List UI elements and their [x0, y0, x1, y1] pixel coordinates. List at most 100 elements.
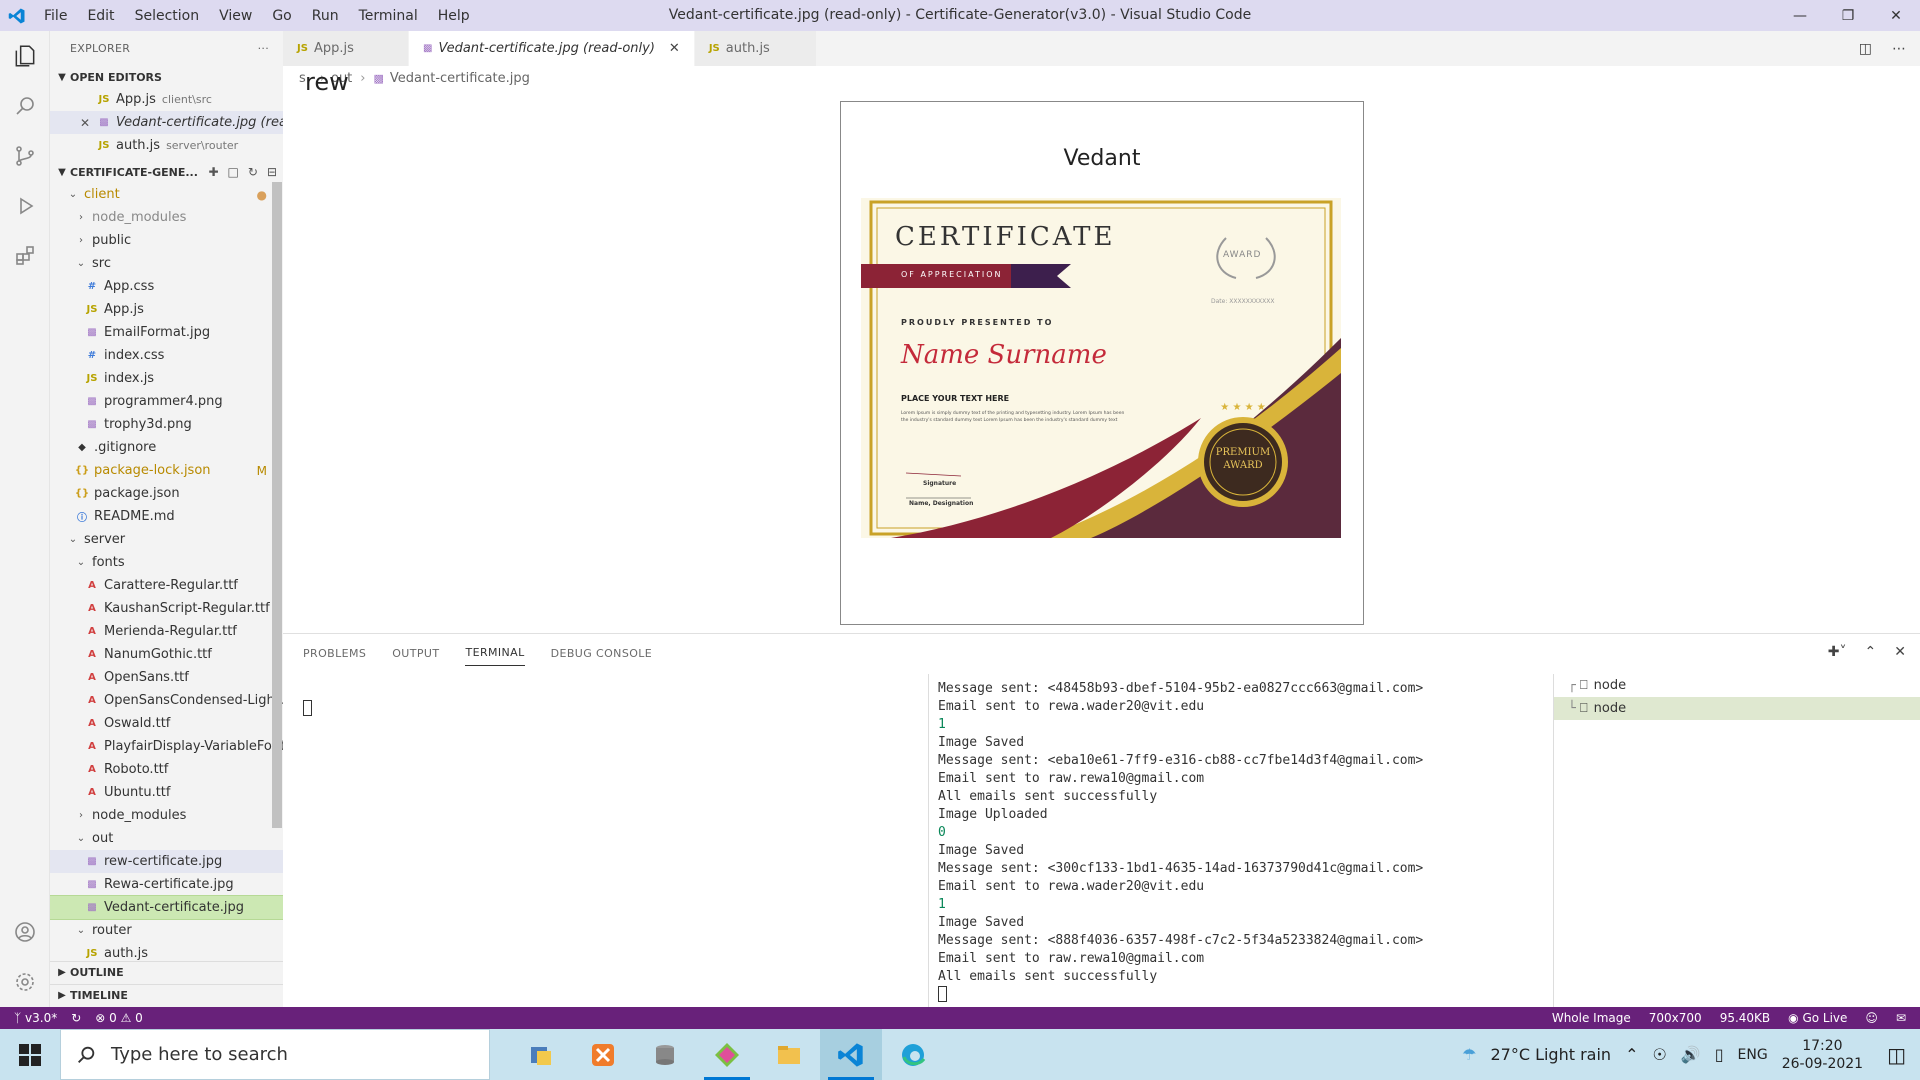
- open-editors-section[interactable]: ▼ OPEN EDITORS: [50, 66, 283, 88]
- tree-file[interactable]: JS App.js: [50, 298, 283, 321]
- maximize-panel-icon[interactable]: ⌃: [1865, 644, 1877, 660]
- tree-file[interactable]: A NanumGothic.ttf: [50, 643, 283, 666]
- weather-text[interactable]: 27°C Light rain: [1490, 1045, 1611, 1064]
- extensions-icon[interactable]: [0, 231, 50, 281]
- tab-auth-js[interactable]: JS auth.js: [694, 31, 817, 66]
- edge-browser-icon[interactable]: [882, 1029, 944, 1080]
- tree-file[interactable]: A Merienda-Regular.ttf: [50, 620, 283, 643]
- open-editor-item[interactable]: ✕ ▩ Vedant-certificate.jpg (rea...: [50, 111, 283, 134]
- new-folder-icon[interactable]: □: [228, 165, 239, 179]
- notifications-icon[interactable]: ✉: [1896, 1011, 1906, 1025]
- tree-folder[interactable]: ⌄ router: [50, 919, 283, 942]
- git-app-icon[interactable]: [696, 1029, 758, 1080]
- tree-folder[interactable]: ⌄ fonts: [50, 551, 283, 574]
- windows-start-icon[interactable]: [0, 1029, 60, 1080]
- vscode-taskbar-icon[interactable]: [820, 1029, 882, 1080]
- tree-file[interactable]: # App.css: [50, 275, 283, 298]
- menu-help[interactable]: Help: [428, 8, 480, 24]
- tab-problems[interactable]: PROBLEMS: [303, 641, 366, 666]
- new-terminal-icon[interactable]: ✚˅: [1828, 644, 1847, 660]
- more-actions-icon[interactable]: ⋯: [1892, 41, 1906, 57]
- tree-folder[interactable]: › node_modules: [50, 206, 283, 229]
- tree-folder[interactable]: ⌄ server: [50, 528, 283, 551]
- outline-section[interactable]: ▶ OUTLINE: [50, 961, 283, 983]
- tree-file[interactable]: {} package.json: [50, 482, 283, 505]
- tree-file[interactable]: A Ubuntu.ttf: [50, 781, 283, 804]
- xampp-app-icon[interactable]: [572, 1029, 634, 1080]
- close-window-icon[interactable]: ✕: [1872, 0, 1920, 31]
- volume-icon[interactable]: 🔊: [1681, 1045, 1701, 1064]
- tree-file[interactable]: ▩ Rewa-certificate.jpg: [50, 873, 283, 896]
- tree-file[interactable]: # index.css: [50, 344, 283, 367]
- tree-file-selected[interactable]: ▩ Vedant-certificate.jpg: [50, 895, 283, 920]
- menu-file[interactable]: File: [34, 8, 77, 24]
- problems-indicator[interactable]: ⊗ 0 ⚠ 0: [95, 1011, 143, 1025]
- chevron-up-icon[interactable]: ⌃: [1625, 1045, 1638, 1064]
- collapse-all-icon[interactable]: ⊟: [267, 165, 277, 179]
- menu-run[interactable]: Run: [302, 8, 349, 24]
- close-tab-icon[interactable]: ✕: [669, 41, 680, 56]
- feedback-icon[interactable]: ☺: [1865, 1011, 1878, 1025]
- go-live-button[interactable]: ◉ Go Live: [1788, 1011, 1847, 1025]
- sidebar-scrollbar[interactable]: [272, 182, 282, 828]
- clock[interactable]: 17:20 26-09-2021: [1782, 1037, 1863, 1073]
- tab-output[interactable]: OUTPUT: [392, 641, 439, 666]
- minimize-icon[interactable]: —: [1776, 0, 1824, 31]
- tree-file[interactable]: ▩ programmer4.png: [50, 390, 283, 413]
- open-editor-item[interactable]: JS auth.js server\router: [50, 134, 283, 157]
- tree-file[interactable]: ◆ .gitignore: [50, 436, 283, 459]
- explorer-icon[interactable]: [0, 31, 50, 81]
- tree-file[interactable]: ▩ rew-certificate.jpg: [50, 850, 283, 873]
- restore-icon[interactable]: ❐: [1824, 0, 1872, 31]
- new-file-icon[interactable]: ✚: [208, 165, 218, 179]
- run-debug-icon[interactable]: [0, 181, 50, 231]
- tab-app-js[interactable]: JS App.js: [283, 31, 409, 66]
- taskbar-search[interactable]: Type here to search: [60, 1029, 490, 1080]
- tree-file[interactable]: A OpenSans.ttf: [50, 666, 283, 689]
- branch-indicator[interactable]: ᛉ v3.0*: [14, 1011, 57, 1025]
- close-panel-icon[interactable]: ✕: [1894, 644, 1906, 660]
- database-app-icon[interactable]: [634, 1029, 696, 1080]
- open-editor-item[interactable]: JS App.js client\src: [50, 88, 283, 111]
- tree-file[interactable]: ⓘ README.md: [50, 505, 283, 528]
- python-app-icon[interactable]: [510, 1029, 572, 1080]
- tab-debug-console[interactable]: DEBUG CONSOLE: [551, 641, 653, 666]
- settings-gear-icon[interactable]: [0, 957, 50, 1007]
- terminal-output[interactable]: Message sent: <48458b93-dbef-5104-95b2-e…: [928, 674, 1558, 1008]
- notification-center-icon[interactable]: ◫: [1887, 1043, 1906, 1067]
- sync-icon[interactable]: ↻: [71, 1011, 81, 1025]
- menu-edit[interactable]: Edit: [77, 8, 124, 24]
- tree-file[interactable]: ▩ trophy3d.png: [50, 413, 283, 436]
- tab-vedant-certificate[interactable]: ▩ Vedant-certificate.jpg (read-only) ✕: [409, 31, 695, 66]
- network-icon[interactable]: ☉: [1652, 1045, 1666, 1064]
- tree-file[interactable]: A OpenSansCondensed-Light.ttf: [50, 689, 283, 712]
- menu-go[interactable]: Go: [262, 8, 301, 24]
- tree-folder[interactable]: › public: [50, 229, 283, 252]
- file-explorer-icon[interactable]: [758, 1029, 820, 1080]
- zoom-indicator[interactable]: Whole Image: [1552, 1011, 1631, 1025]
- tree-file[interactable]: JS index.js: [50, 367, 283, 390]
- project-section[interactable]: ▼ CERTIFICATE-GENE... ✚ □ ↻ ⊟: [50, 161, 283, 183]
- tree-file[interactable]: A Carattere-Regular.ttf: [50, 574, 283, 597]
- more-actions-icon[interactable]: ···: [258, 42, 269, 55]
- tree-file[interactable]: A Oswald.ttf: [50, 712, 283, 735]
- tree-folder[interactable]: ⌄ out: [50, 827, 283, 850]
- search-icon[interactable]: [0, 81, 50, 131]
- tree-file[interactable]: A PlayfairDisplay-VariableFont...: [50, 735, 283, 758]
- tree-file[interactable]: ▩ EmailFormat.jpg: [50, 321, 283, 344]
- tree-file[interactable]: A Roboto.ttf: [50, 758, 283, 781]
- menu-terminal[interactable]: Terminal: [349, 8, 428, 24]
- language-indicator[interactable]: ENG: [1738, 1047, 1768, 1063]
- refresh-icon[interactable]: ↻: [248, 165, 258, 179]
- tree-file[interactable]: A KaushanScript-Regular.ttf: [50, 597, 283, 620]
- source-control-icon[interactable]: [0, 131, 50, 181]
- tree-folder[interactable]: › node_modules: [50, 804, 283, 827]
- account-icon[interactable]: [0, 907, 50, 957]
- timeline-section[interactable]: ▶ TIMELINE: [50, 984, 283, 1006]
- close-icon[interactable]: ✕: [78, 116, 92, 130]
- tree-folder[interactable]: ⌄ client ●: [50, 183, 283, 206]
- battery-icon[interactable]: ▯: [1715, 1045, 1724, 1064]
- menu-view[interactable]: View: [209, 8, 262, 24]
- split-editor-icon[interactable]: ◫: [1859, 41, 1872, 57]
- tree-folder[interactable]: ⌄ src: [50, 252, 283, 275]
